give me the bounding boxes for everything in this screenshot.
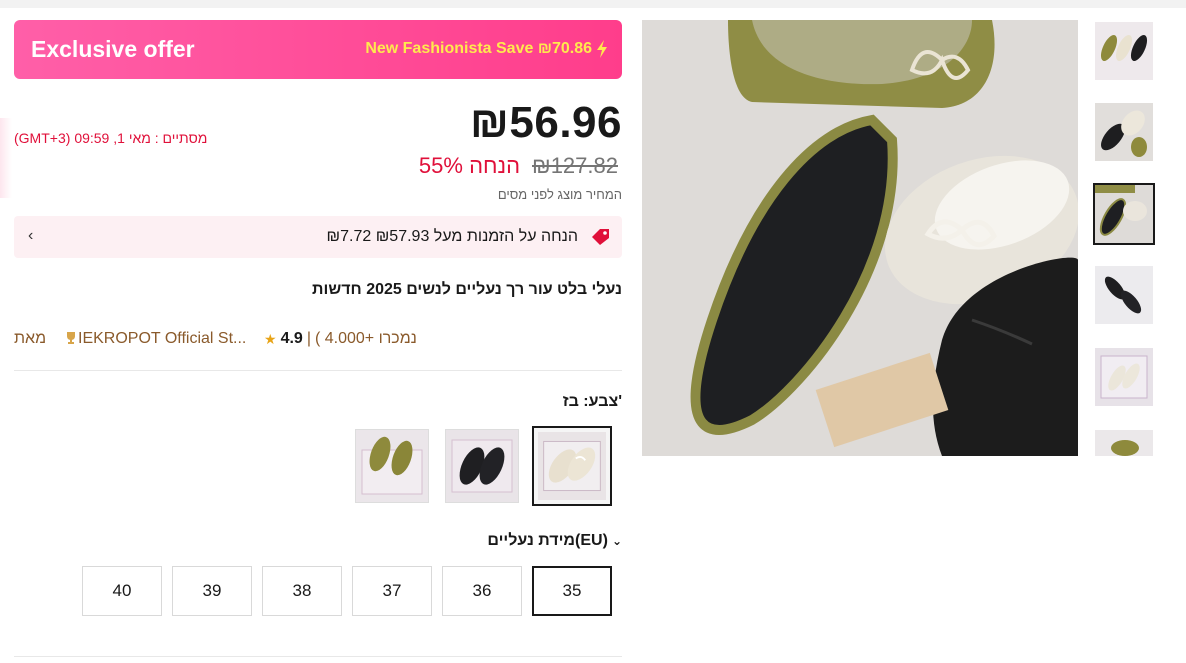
- thumb-image: [1095, 348, 1153, 406]
- product-title: נעלי בלט עור רך נעליים לנשים 2025 חדשות: [312, 281, 622, 298]
- gallery-thumb-6[interactable]: [1095, 430, 1153, 456]
- black-shoe-image: [446, 430, 518, 502]
- rating-value: 4.9: [280, 330, 303, 347]
- chevron-down-icon: ⌄: [611, 534, 622, 548]
- thumb-image: [1095, 103, 1153, 161]
- color-swatch-black[interactable]: [445, 429, 519, 503]
- side-glow: [0, 118, 12, 198]
- gallery-thumb-5[interactable]: [1095, 348, 1153, 406]
- size-option-37[interactable]: 37: [352, 566, 432, 616]
- discount-percent: 55% הנחה: [418, 153, 521, 178]
- product-photo: [642, 20, 1078, 456]
- offer-countdown: מסתיים : מאי 1, 09:59 (GMT+3): [14, 130, 208, 146]
- gallery-thumb-2[interactable]: [1095, 103, 1153, 161]
- size-option-40[interactable]: 40: [82, 566, 162, 616]
- coupon-tag-icon: [592, 229, 609, 245]
- thumb-image: [1095, 22, 1153, 80]
- rating-separator: |: [306, 330, 311, 347]
- price-row: 55% הנחה ₪127.82: [419, 153, 618, 179]
- size-option-36[interactable]: 36: [442, 566, 522, 616]
- top-strip: [0, 0, 1186, 8]
- green-shoe-image: [356, 430, 428, 502]
- shoe-size-dropdown[interactable]: מידת נעליים(EU) ⌄: [487, 532, 622, 550]
- gallery-thumb-3[interactable]: [1093, 183, 1155, 245]
- sold-count: ( נמכרו +4.000: [314, 330, 417, 347]
- main-product-image[interactable]: [642, 20, 1078, 456]
- banner-title: Exclusive offer: [31, 36, 195, 62]
- coupon-text: ₪7.72 הנחה על הזמנות מעל ₪57.93: [326, 228, 578, 245]
- thumb-image: [1095, 185, 1153, 243]
- color-swatch-green[interactable]: [355, 429, 429, 503]
- original-price: ₪127.82: [532, 153, 618, 178]
- divider: [14, 656, 622, 657]
- store-name-link[interactable]: IEKROPOT Official St...: [78, 330, 246, 348]
- beige-shoe-image: [538, 432, 606, 500]
- size-option-39[interactable]: 39: [172, 566, 252, 616]
- tax-note: המחיר מוצג לפני מסים: [497, 187, 622, 202]
- chevron-left-icon: ‹: [28, 227, 34, 244]
- coupon-bar[interactable]: ‹ ₪7.72 הנחה על הזמנות מעל ₪57.93: [14, 216, 622, 258]
- gallery-thumb-1[interactable]: [1095, 22, 1153, 80]
- thumb-image: [1095, 266, 1153, 324]
- sale-price: ₪56.96: [470, 98, 622, 147]
- shoe-size-label: מידת נעליים(EU): [487, 532, 608, 549]
- size-option-38[interactable]: 38: [262, 566, 342, 616]
- star-icon: ★: [264, 330, 277, 347]
- size-option-35[interactable]: 35: [532, 566, 612, 616]
- store-rating: ★ 4.9 | ( נמכרו +4.000: [264, 330, 417, 348]
- thumb-image: [1095, 430, 1153, 456]
- store-from-label: מאת: [14, 330, 47, 347]
- trophy-icon: [67, 332, 75, 344]
- store-row: מאת IEKROPOT Official St... ★ 4.9 | ( נמ…: [14, 330, 622, 352]
- divider: [14, 370, 622, 371]
- lightning-icon: [597, 40, 607, 58]
- fashionista-save-text: New Fashionista Save ₪70.86: [365, 40, 592, 57]
- color-label: צבע: בז': [562, 393, 622, 410]
- exclusive-offer-banner: Exclusive offer New Fashionista Save ₪70…: [14, 20, 622, 79]
- color-swatch-beige[interactable]: [532, 426, 612, 506]
- gallery-thumb-4[interactable]: [1095, 266, 1153, 324]
